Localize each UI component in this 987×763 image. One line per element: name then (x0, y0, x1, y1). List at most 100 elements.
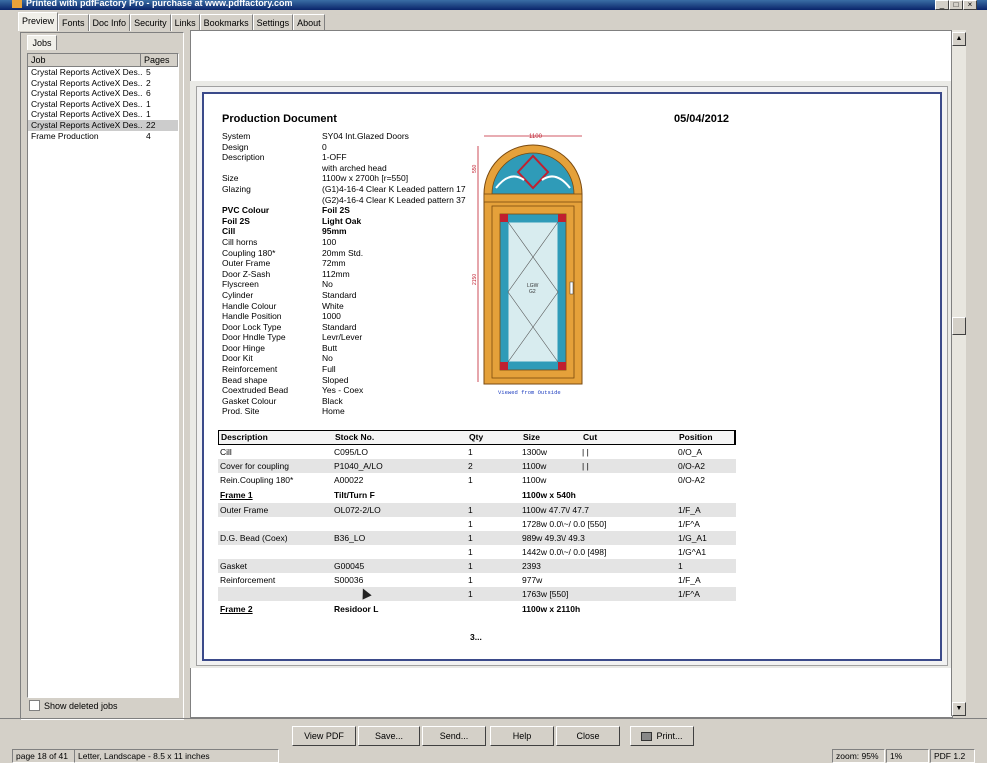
th-description: Description (221, 432, 268, 442)
tab-fonts[interactable]: Fonts (58, 14, 89, 31)
table-cell: B36_LO (334, 533, 366, 543)
property-value: 1-OFF (322, 152, 347, 163)
col-job-header[interactable]: Job (28, 54, 141, 66)
close-button[interactable]: Close (556, 726, 620, 746)
close-window-icon[interactable]: × (963, 0, 977, 10)
arch-height-label: 550 (472, 164, 478, 173)
print-button[interactable]: Print... (630, 726, 694, 746)
document-title: Production Document (222, 113, 337, 125)
minimize-icon[interactable]: _ (935, 0, 949, 10)
scroll-thumb[interactable] (952, 317, 966, 335)
help-button[interactable]: Help (490, 726, 554, 746)
table-cell: 0/O_A (678, 447, 703, 457)
table-row: Outer Frame OL072-2/LO 1 1100w 47.7\/ 47.7 1… (218, 503, 736, 517)
col-pages-header[interactable]: Pages (141, 54, 178, 66)
property-value: Foil 2S (322, 205, 350, 216)
table-row: 1 1763w [550] 1/F^A (218, 587, 736, 601)
tab-preview[interactable]: Preview (18, 12, 59, 31)
document-page: Production Document 05/04/2012 System SY0… (202, 92, 942, 661)
table-cell: C095/LO (334, 447, 369, 457)
table-cell: 1 (678, 561, 683, 571)
jobs-tab[interactable]: Jobs (27, 35, 57, 50)
table-cell: | | (582, 447, 589, 457)
status-bar: page 18 of 41 Letter, Landscape - 8.5 x … (0, 748, 987, 763)
maximize-icon[interactable]: □ (949, 0, 963, 10)
property-value: 72mm (322, 258, 346, 269)
document-content: Production Document 05/04/2012 System SY0… (204, 94, 940, 659)
table-cell: 1 (468, 447, 473, 457)
table-cell: 1 (468, 533, 473, 543)
tab-links[interactable]: Links (170, 14, 200, 31)
property-value: 95mm (322, 226, 347, 237)
property-value: Yes - Coex (322, 385, 364, 396)
table-cell: 1 (468, 575, 473, 585)
property-value: Black (322, 395, 343, 406)
job-row[interactable]: Frame Production 4 (28, 131, 178, 142)
property-value: 1100w x 2700h [r=550] (322, 173, 409, 184)
property-key: Foil 2S (222, 215, 250, 226)
tab-bookmarks[interactable]: Bookmarks (199, 14, 253, 31)
th-cut: Cut (583, 432, 598, 442)
property-key: Description (222, 152, 265, 163)
table-cell: 1100w x 540h (522, 490, 576, 500)
tab-doc-info[interactable]: Doc Info (88, 14, 131, 31)
show-deleted-jobs[interactable]: Show deleted jobs (29, 700, 118, 711)
property-key: Cill (222, 226, 236, 237)
property-value: Home (322, 406, 345, 417)
job-row[interactable]: Crystal Reports ActiveX Des... 6 (28, 88, 178, 99)
property-key: System (222, 131, 251, 141)
job-pages: 4 (146, 130, 151, 141)
table-cell: 1 (468, 505, 473, 515)
property-value: No (322, 279, 333, 290)
width-dimension-label: 1100 (529, 134, 543, 140)
property-key: Door Z-Sash (222, 268, 271, 279)
table-cell: Tilt/Turn F (334, 490, 375, 500)
table-cell: S00036 (334, 575, 364, 585)
property-value: White (322, 300, 344, 311)
scroll-down-icon[interactable]: ▼ (952, 702, 966, 716)
job-name: Crystal Reports ActiveX Des... (31, 67, 143, 77)
job-row[interactable]: Crystal Reports ActiveX Des... 5 (28, 67, 178, 78)
table-cell: Residoor L (334, 604, 379, 614)
scroll-up-icon[interactable]: ▲ (952, 32, 966, 46)
table-cell: 1/F_A (678, 575, 701, 585)
tab-security[interactable]: Security (130, 14, 171, 31)
print-label: Print... (656, 731, 683, 741)
property-key: Size (222, 173, 239, 184)
job-row[interactable]: Crystal Reports ActiveX Des... 2 (28, 78, 178, 89)
job-pages: 2 (146, 77, 151, 88)
property-key: Door Kit (222, 353, 253, 364)
tab-settings[interactable]: Settings (252, 14, 294, 31)
save-button[interactable]: Save... (358, 726, 420, 746)
job-row[interactable]: Crystal Reports ActiveX Des... 1 (28, 109, 178, 120)
job-row[interactable]: Crystal Reports ActiveX Des... 22 (28, 119, 178, 131)
property-key: Coextruded Bead (222, 385, 289, 396)
property-key: Door Hinge (222, 342, 265, 353)
show-deleted-checkbox[interactable] (29, 700, 40, 711)
property-value: Butt (322, 342, 338, 353)
door-height-label: 2150 (472, 274, 478, 285)
table-cell: 1100w (522, 475, 547, 485)
send-button[interactable]: Send... (422, 726, 486, 746)
view-pdf-button[interactable]: View PDF (292, 726, 356, 746)
status-paper: Letter, Landscape - 8.5 x 11 inches (74, 749, 279, 763)
property-value: Standard (322, 321, 357, 332)
th-size: Size (523, 432, 541, 442)
th-position: Position (679, 432, 713, 442)
job-row[interactable]: Crystal Reports ActiveX Des... 1 (28, 99, 178, 110)
table-cell: 1 (468, 475, 473, 485)
pane-label-2: G2 (529, 289, 536, 295)
tab-about[interactable]: About (293, 14, 325, 31)
property-key: Gasket Colour (222, 395, 277, 406)
th-qty: Qty (469, 432, 484, 442)
table-cell: 1/F^A (678, 589, 700, 599)
vertical-scrollbar[interactable]: ▲ ▼ (951, 30, 966, 716)
table-cell: 1100w x 2110h (522, 604, 581, 614)
table-cell: Rein.Coupling 180* (220, 475, 294, 485)
property-value: SY04 Int.Glazed Doors (322, 131, 409, 141)
property-key: Bead shape (222, 374, 268, 385)
table-cell: 1 (468, 589, 473, 599)
property-key: Handle Position (222, 311, 282, 322)
property-key: Cill horns (222, 236, 258, 247)
table-cell: 989w 49.3\/ 49.3 (522, 533, 585, 543)
